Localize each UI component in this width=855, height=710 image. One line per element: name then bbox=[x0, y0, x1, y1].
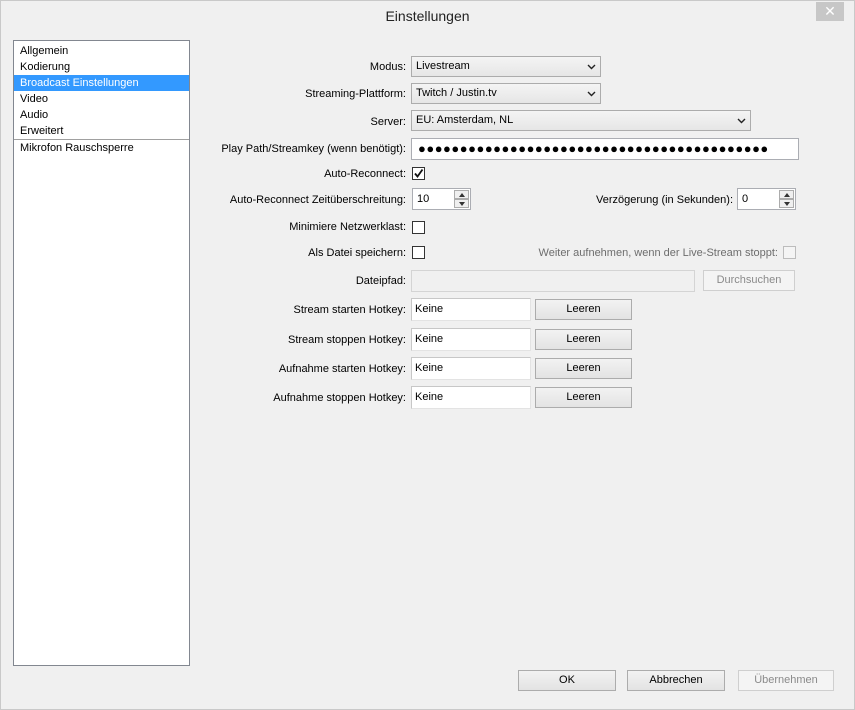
platform-select[interactable]: Twitch / Justin.tv bbox=[411, 83, 601, 104]
chevron-down-icon bbox=[586, 84, 596, 103]
clear-recording-stop-hotkey-button[interactable]: Leeren bbox=[535, 387, 632, 408]
arrow-up-icon[interactable] bbox=[454, 190, 469, 199]
server-select[interactable]: EU: Amsterdam, NL bbox=[411, 110, 751, 131]
clear-stream-stop-hotkey-button[interactable]: Leeren bbox=[535, 329, 632, 350]
sidebar-item-allgemein[interactable]: Allgemein bbox=[14, 43, 189, 59]
platform-label: Streaming-Plattform: bbox=[305, 88, 406, 100]
hotkey-label: Stream stoppen Hotkey: bbox=[287, 334, 406, 346]
settings-category-list[interactable]: Allgemein Kodierung Broadcast Einstellun… bbox=[13, 40, 190, 666]
minimize-network-label: Minimiere Netzwerklast: bbox=[289, 221, 406, 233]
sidebar-item-mikrofon-rauschsperre[interactable]: Mikrofon Rauschsperre bbox=[14, 140, 189, 156]
keep-recording-label: Weiter aufnehmen, wenn der Live-Stream s… bbox=[538, 247, 778, 259]
clear-stream-start-hotkey-button[interactable]: Leeren bbox=[535, 299, 632, 320]
stream-stop-hotkey-input[interactable]: Keine bbox=[411, 328, 531, 351]
browse-button[interactable]: Durchsuchen bbox=[703, 270, 795, 291]
filepath-input[interactable] bbox=[411, 270, 695, 292]
hotkey-label: Aufnahme stoppen Hotkey: bbox=[273, 392, 406, 404]
sidebar-item-audio[interactable]: Audio bbox=[14, 107, 189, 123]
filepath-label: Dateipfad: bbox=[355, 275, 406, 287]
reconnect-timeout-label: Auto-Reconnect Zeitüberschreitung: bbox=[229, 194, 406, 206]
keep-recording-checkbox[interactable] bbox=[783, 246, 796, 259]
streamkey-label: Play Path/Streamkey (wenn benötigt): bbox=[221, 143, 406, 155]
clear-recording-start-hotkey-button[interactable]: Leeren bbox=[535, 358, 632, 379]
cancel-button[interactable]: Abbrechen bbox=[627, 670, 725, 691]
apply-button[interactable]: Übernehmen bbox=[738, 670, 834, 691]
delay-spinbox[interactable]: 0 bbox=[737, 188, 796, 210]
checkmark-icon bbox=[414, 168, 424, 178]
sidebar-item-erweitert[interactable]: Erweitert bbox=[14, 123, 189, 139]
streamkey-input[interactable]: ●●●●●●●●●●●●●●●●●●●●●●●●●●●●●●●●●●●●●●●●… bbox=[411, 138, 799, 160]
close-button[interactable]: ✕ bbox=[816, 2, 844, 21]
mode-value: Livestream bbox=[416, 60, 470, 72]
stream-start-hotkey-input[interactable]: Keine bbox=[411, 298, 531, 321]
mode-label: Modus: bbox=[369, 61, 406, 73]
auto-reconnect-checkbox[interactable] bbox=[412, 167, 425, 180]
delay-label: Verzögerung (in Sekunden): bbox=[596, 194, 733, 206]
arrow-up-icon[interactable] bbox=[779, 190, 794, 199]
server-value: EU: Amsterdam, NL bbox=[416, 114, 514, 126]
arrow-down-icon[interactable] bbox=[779, 199, 794, 208]
save-file-checkbox[interactable] bbox=[412, 246, 425, 259]
recording-start-hotkey-input[interactable]: Keine bbox=[411, 357, 531, 380]
reconnect-timeout-spinbox[interactable]: 10 bbox=[412, 188, 471, 210]
sidebar-item-video[interactable]: Video bbox=[14, 91, 189, 107]
save-file-label: Als Datei speichern: bbox=[308, 247, 406, 259]
platform-value: Twitch / Justin.tv bbox=[416, 87, 497, 99]
auto-reconnect-label: Auto-Reconnect: bbox=[324, 168, 406, 180]
minimize-network-checkbox[interactable] bbox=[412, 221, 425, 234]
mode-select[interactable]: Livestream bbox=[411, 56, 601, 77]
chevron-down-icon bbox=[736, 111, 746, 130]
reconnect-timeout-value: 10 bbox=[417, 193, 430, 205]
hotkey-label: Aufnahme starten Hotkey: bbox=[278, 363, 406, 375]
delay-value: 0 bbox=[742, 193, 749, 205]
settings-window: Einstellungen ✕ Allgemein Kodierung Broa… bbox=[0, 0, 855, 710]
chevron-down-icon bbox=[586, 57, 596, 76]
arrow-down-icon[interactable] bbox=[454, 199, 469, 208]
close-icon: ✕ bbox=[824, 3, 836, 19]
sidebar-item-kodierung[interactable]: Kodierung bbox=[14, 59, 189, 75]
sidebar-item-broadcast-einstellungen[interactable]: Broadcast Einstellungen bbox=[14, 75, 189, 91]
window-title: Einstellungen bbox=[385, 8, 470, 24]
server-label: Server: bbox=[370, 116, 406, 128]
hotkey-label: Stream starten Hotkey: bbox=[293, 304, 407, 316]
recording-stop-hotkey-input[interactable]: Keine bbox=[411, 386, 531, 409]
title-bar: Einstellungen ✕ bbox=[1, 1, 854, 31]
ok-button[interactable]: OK bbox=[518, 670, 616, 691]
